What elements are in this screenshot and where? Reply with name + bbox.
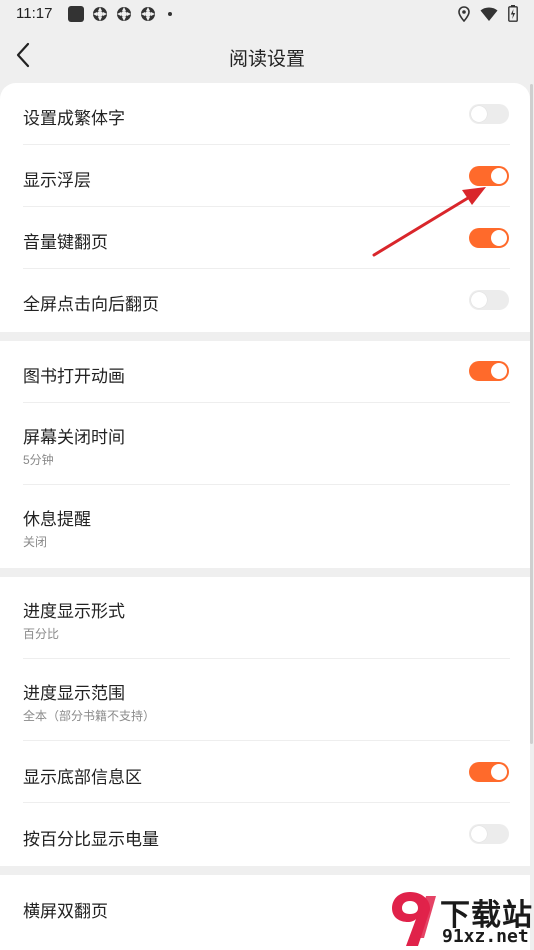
setting-row-book-open-animation[interactable]: 图书打开动画	[0, 341, 530, 403]
setting-label: 图书打开动画	[23, 367, 125, 386]
setting-row-progress-range[interactable]: 进度显示范围 全本（部分书籍不支持）	[0, 659, 530, 741]
setting-label: 进度显示形式	[23, 602, 125, 621]
sync-notification-icon	[117, 7, 131, 21]
watermark-url: 91xz.net	[442, 926, 529, 947]
setting-value: 关闭	[23, 535, 48, 549]
show-bottom-info-toggle[interactable]	[469, 762, 509, 782]
traditional-chinese-toggle[interactable]	[469, 104, 509, 124]
status-bar: 11:17	[0, 0, 534, 28]
watermark-logo-icon	[392, 892, 436, 946]
setting-label: 全屏点击向后翻页	[23, 295, 159, 314]
setting-label: 音量键翻页	[23, 233, 108, 252]
battery-percent-toggle[interactable]	[469, 824, 509, 844]
scrollbar[interactable]	[530, 84, 533, 744]
settings-group-behavior: 图书打开动画 屏幕关闭时间 5分钟 休息提醒 关闭	[0, 341, 530, 568]
status-time: 11:17	[16, 5, 53, 22]
setting-value: 全本（部分书籍不支持）	[23, 709, 156, 723]
toggle-knob	[471, 106, 487, 122]
toggle-knob	[491, 363, 507, 379]
battery-icon	[508, 5, 518, 22]
watermark: 下载站 91xz.net	[388, 888, 534, 950]
setting-row-rest-reminder[interactable]: 休息提醒 关闭	[0, 485, 530, 567]
volume-key-flip-toggle[interactable]	[469, 228, 509, 248]
setting-row-show-overlay[interactable]: 显示浮层	[0, 145, 530, 207]
setting-row-traditional-chinese[interactable]: 设置成繁体字	[0, 83, 530, 145]
setting-row-fullscreen-tap-forward[interactable]: 全屏点击向后翻页	[0, 269, 530, 331]
setting-label: 休息提醒	[23, 510, 91, 529]
setting-row-progress-format[interactable]: 进度显示形式 百分比	[0, 577, 530, 659]
toggle-knob	[491, 168, 507, 184]
book-open-animation-toggle[interactable]	[469, 361, 509, 381]
notification-icons	[68, 6, 172, 22]
setting-row-volume-key-flip[interactable]: 音量键翻页	[0, 207, 530, 269]
show-overlay-toggle[interactable]	[469, 166, 509, 186]
setting-row-screen-off-time[interactable]: 屏幕关闭时间 5分钟	[0, 403, 530, 485]
sync-notification-icon	[141, 7, 155, 21]
setting-label: 屏幕关闭时间	[23, 428, 125, 447]
toggle-knob	[471, 292, 487, 308]
setting-label: 显示浮层	[23, 171, 91, 190]
app-notification-icon	[68, 6, 84, 22]
setting-row-battery-percent[interactable]: 按百分比显示电量	[0, 803, 530, 865]
fullscreen-tap-forward-toggle[interactable]	[469, 290, 509, 310]
app-header: 阅读设置	[0, 28, 534, 84]
settings-group-progress: 进度显示形式 百分比 进度显示范围 全本（部分书籍不支持） 显示底部信息区 按百…	[0, 577, 530, 866]
sync-notification-icon	[93, 7, 107, 21]
settings-group-display: 设置成繁体字 显示浮层 音量键翻页 全屏点击向后翻页	[0, 83, 530, 332]
location-icon	[458, 5, 470, 22]
page-title: 阅读设置	[228, 49, 305, 70]
toggle-knob	[471, 826, 487, 842]
wifi-icon	[480, 7, 498, 21]
setting-row-show-bottom-info[interactable]: 显示底部信息区	[0, 741, 530, 803]
toggle-knob	[491, 764, 507, 780]
setting-label: 进度显示范围	[23, 684, 125, 703]
setting-value: 百分比	[23, 627, 60, 641]
setting-label: 按百分比显示电量	[23, 830, 159, 849]
system-icons	[458, 5, 518, 22]
toggle-knob	[491, 230, 507, 246]
setting-label: 设置成繁体字	[23, 109, 125, 128]
setting-label: 横屏双翻页	[23, 902, 108, 921]
setting-value: 5分钟	[23, 453, 54, 467]
setting-label: 显示底部信息区	[23, 768, 142, 787]
more-notifications-icon	[168, 12, 172, 16]
